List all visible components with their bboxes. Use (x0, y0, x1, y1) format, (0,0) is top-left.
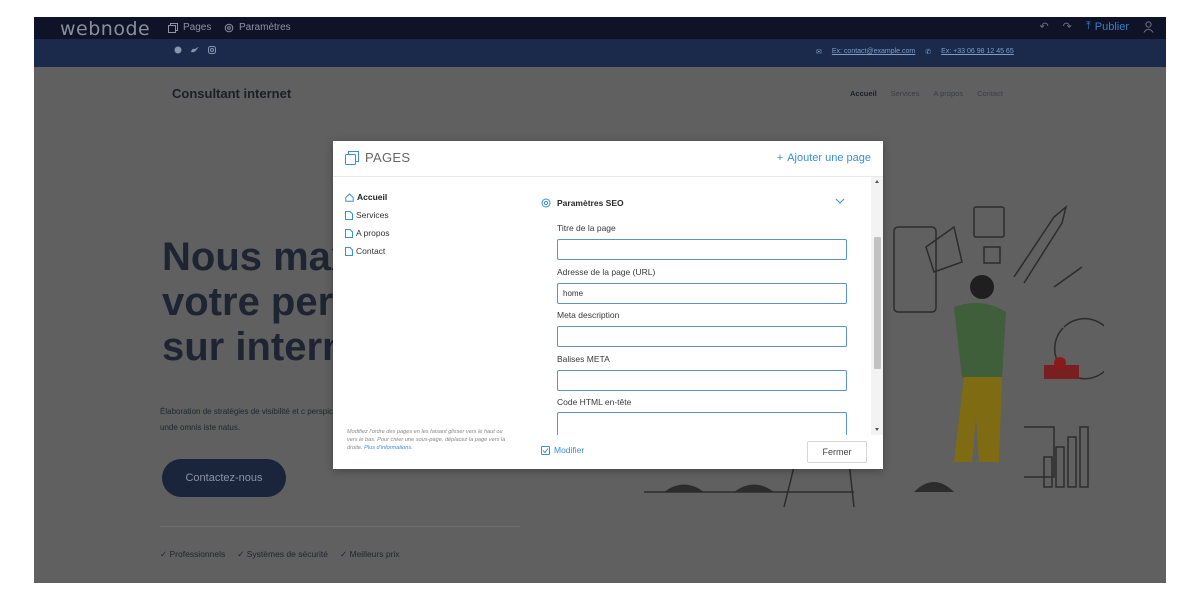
social-links (174, 46, 216, 54)
check-item: ✓ Professionnels (160, 549, 226, 559)
page-url-label: Adresse de la page (URL) (557, 267, 656, 277)
publish-button[interactable]: ⤒ Publier (1086, 20, 1129, 33)
contact-phone[interactable]: Ex: +33 06 98 12 45 65 (941, 48, 1014, 56)
pages-menu-label: Pages (183, 22, 212, 33)
page-icon (345, 228, 353, 238)
mail-icon: ✉ (816, 49, 822, 56)
seo-section-header[interactable]: Paramètres SEO (541, 198, 624, 208)
page-item-accueil[interactable]: Accueil (345, 188, 390, 206)
contact-info: ✉ Ex: contact@example.com ✆ Ex: +33 06 9… (816, 48, 1014, 56)
upload-icon: ⤒ (1085, 20, 1091, 32)
site-nav-links: Accueil Services A propos Contact (850, 89, 1003, 98)
site-contact-bar: ✉ Ex: contact@example.com ✆ Ex: +33 06 9… (34, 39, 1166, 67)
home-icon (345, 192, 354, 202)
settings-gear-icon (541, 198, 551, 208)
html-head-textarea[interactable] (557, 412, 847, 435)
settings-gear-icon (224, 23, 234, 32)
hero-line: Nous max (162, 235, 354, 279)
feature-checks: ✓ Professionnels ✓ Systèmes de sécurité … (160, 549, 400, 560)
hero-title: Nous max votre perf sur intern (162, 235, 353, 370)
page-item-label: A propos (356, 228, 390, 238)
dialog-title: PAGES (345, 150, 410, 165)
meta-tags-input[interactable] (557, 370, 847, 391)
phone-icon: ✆ (925, 49, 932, 56)
html-head-label: Code HTML en-tête (557, 397, 632, 407)
chevron-down-icon[interactable] (835, 197, 845, 205)
editor-app: webnode Pages Paramètres ↶ ↷ ⤒ Publier ✉ (34, 17, 1166, 583)
check-item: ✓ Meilleurs prix (340, 549, 400, 559)
divider (160, 526, 520, 527)
facebook-icon[interactable] (174, 46, 182, 54)
pages-icon (168, 22, 178, 33)
webnode-logo[interactable]: webnode (60, 18, 150, 40)
plus-icon: + (776, 152, 784, 164)
page-list: Accueil Services A propos Contact (345, 188, 390, 260)
check-item: ✓ Systèmes de sécurité (237, 549, 328, 559)
contact-email[interactable]: Ex: contact@example.com (832, 48, 915, 56)
add-page-label: Ajouter une page (787, 152, 871, 164)
toolbar-right: ↶ ↷ ⤒ Publier (1039, 20, 1154, 33)
page-item-contact[interactable]: Contact (345, 242, 390, 260)
settings-menu-label: Paramètres (239, 22, 291, 33)
page-title-label: Titre de la page (557, 223, 616, 233)
nav-link-contact[interactable]: Contact (977, 89, 1003, 98)
reorder-help-text: Modifiez l'ordre des pages en les faisan… (347, 429, 506, 451)
nav-link-a-propos[interactable]: A propos (933, 89, 963, 98)
page-settings-panel: Paramètres SEO Titre de la page Adresse … (529, 177, 871, 435)
add-page-button[interactable]: + Ajouter une page (777, 152, 871, 164)
site-brand[interactable]: Consultant internet (172, 86, 291, 101)
editor-toolbar: webnode Pages Paramètres ↶ ↷ ⤒ Publier (34, 17, 1166, 40)
page-item-services[interactable]: Services (345, 206, 390, 224)
hero-line: votre perf (162, 280, 347, 324)
meta-description-label: Meta description (557, 310, 620, 320)
meta-description-input[interactable] (557, 326, 847, 347)
more-info-link[interactable]: Plus d'informations. (364, 445, 413, 451)
page-item-label: Contact (356, 246, 386, 256)
page-icon (345, 210, 353, 220)
hero-description: Élaboration de stratégies de visibilité … (160, 407, 348, 432)
page-item-label: Accueil (357, 192, 388, 202)
page-item-a-propos[interactable]: A propos (345, 224, 390, 242)
contact-cta-button[interactable]: Contactez-nous (162, 459, 286, 497)
page-list-panel: Accueil Services A propos Contact Modifi… (333, 177, 511, 469)
redo-icon[interactable]: ↷ (1063, 20, 1072, 33)
instagram-icon[interactable] (208, 46, 216, 54)
page-url-input[interactable]: home (557, 283, 847, 304)
twitter-icon[interactable] (191, 46, 199, 54)
pages-icon (345, 150, 359, 165)
nav-link-accueil[interactable]: Accueil (850, 89, 877, 98)
settings-menu-button[interactable]: Paramètres (224, 22, 291, 33)
settings-scrollbar[interactable] (871, 177, 883, 435)
page-title-input[interactable] (557, 239, 847, 260)
undo-icon[interactable]: ↶ (1039, 20, 1048, 33)
site-navigation: Consultant internet Accueil Services A p… (34, 67, 1166, 117)
pages-dialog: PAGES + Ajouter une page Accueil Service… (333, 141, 883, 469)
publish-label: Publier (1094, 20, 1129, 33)
pages-menu-button[interactable]: Pages (168, 22, 211, 33)
meta-tags-label: Balises META (557, 354, 610, 364)
scroll-down-arrow[interactable] (875, 428, 879, 431)
user-account-icon[interactable] (1143, 20, 1154, 33)
modify-label: Modifier (554, 445, 585, 455)
checkbox-icon (541, 445, 550, 455)
seo-section-title: Paramètres SEO (557, 198, 624, 208)
scroll-up-arrow[interactable] (875, 180, 879, 183)
dialog-header: PAGES + Ajouter une page (333, 141, 883, 177)
dialog-title-text: PAGES (365, 150, 411, 165)
page-item-label: Services (356, 210, 389, 220)
modify-checkbox[interactable]: Modifier (541, 445, 584, 455)
scroll-thumb[interactable] (874, 237, 881, 369)
hero-line: sur intern (162, 325, 347, 369)
nav-link-services[interactable]: Services (891, 89, 920, 98)
dialog-footer: Modifier Fermer (529, 435, 883, 469)
close-button[interactable]: Fermer (807, 441, 867, 463)
page-icon (345, 246, 353, 256)
